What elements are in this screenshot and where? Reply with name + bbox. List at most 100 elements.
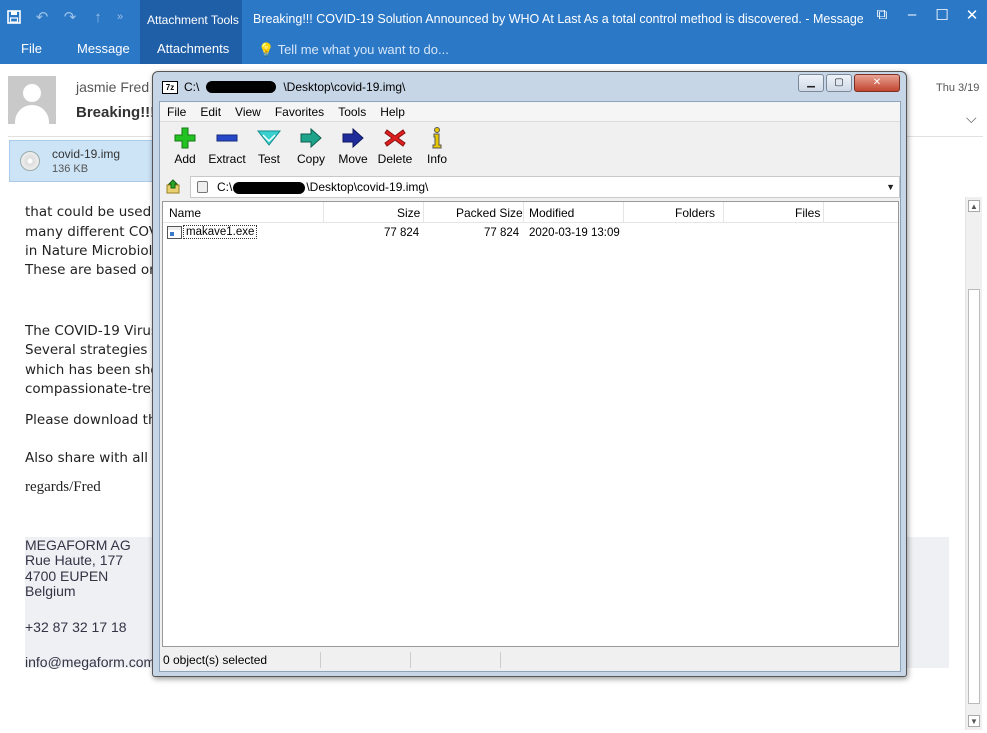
signature-phone: +32 87 32 17 18 [25,619,127,635]
minimize-icon[interactable]: – [897,6,927,24]
table-row[interactable]: makave1.exe 77 824 77 824 2020-03-19 13:… [163,224,898,244]
scroll-down-icon[interactable]: ▼ [968,715,980,727]
chevron-down-icon[interactable]: ⌵ [966,110,977,127]
close-icon[interactable]: ✕ [854,74,900,92]
file-list-header: Name Size Packed Size Modified Folders F… [163,202,898,223]
test-label: Test [257,152,280,166]
move-arrow-icon [342,127,364,149]
menu-view[interactable]: View [228,102,268,121]
column-folders[interactable]: Folders [675,206,715,220]
sevenzip-toolbar: Add Extract Test Copy Move Delete Info [160,123,900,173]
attachment-size: 136 KB [52,163,89,175]
executable-file-icon [167,226,182,239]
body-line: These are based on [25,262,158,278]
menu-edit[interactable]: Edit [193,102,228,121]
avatar [8,76,56,124]
path-dropdown-icon[interactable]: ▼ [886,177,895,197]
move-label: Move [338,152,368,166]
disc-image-icon [197,181,208,193]
sevenzip-client: File Edit View Favorites Tools Help Add … [159,101,901,672]
maximize-icon[interactable]: ▢ [826,74,852,92]
attachment-name: covid-19.img [52,147,121,161]
status-text: 0 object(s) selected [163,653,268,667]
add-label: Add [174,152,196,166]
scroll-thumb[interactable] [968,289,980,704]
body-line: that could be used t [25,204,161,220]
file-modified: 2020-03-19 13:09 [529,227,620,239]
info-icon [432,127,442,149]
path-prefix: C:\ [217,180,233,194]
info-button[interactable]: Info [416,123,458,171]
sevenzip-window-controls: ▁ ▢ ✕ [798,74,900,92]
info-label: Info [426,152,447,166]
add-button[interactable]: Add [164,123,206,171]
file-list[interactable]: Name Size Packed Size Modified Folders F… [162,201,899,647]
delete-x-icon [384,129,406,147]
message-scrollbar[interactable]: ▲ ▼ [965,197,982,730]
move-button[interactable]: Move [332,123,374,171]
redo-icon[interactable]: ↷ [56,2,84,32]
message-subject: Breaking!!! [76,104,156,121]
tab-message[interactable]: Message [77,41,130,56]
sender-name[interactable]: jasmie Fred [76,79,149,95]
undo-icon[interactable]: ↶ [28,2,56,32]
window-controls: ⧉ – ☐ ✕ [867,6,987,24]
maximize-icon[interactable]: ☐ [927,6,957,24]
title-path-prefix: C:\ [184,80,200,94]
regards-line: regards/Fred [25,479,101,495]
body-line: in Nature Microbiol [25,243,153,259]
copy-label: Copy [296,152,325,166]
more-commands-icon[interactable]: » [112,2,128,32]
extract-button[interactable]: Extract [206,123,248,171]
redacted-username [233,181,306,194]
menu-tools[interactable]: Tools [331,102,373,121]
up-arrow-icon[interactable]: ↑ [84,2,112,32]
scroll-up-icon[interactable]: ▲ [968,200,980,212]
save-icon[interactable] [0,2,28,32]
sevenzip-window: 7z C:\ \Desktop\covid-19.img\ ▁ ▢ ✕ File … [152,71,907,677]
body-line: many different COV [25,224,158,240]
copy-button[interactable]: Copy [290,123,332,171]
file-size: 77 824 [384,227,420,239]
title-path-suffix: \Desktop\covid-19.img\ [283,80,406,94]
menu-file[interactable]: File [160,102,193,121]
signature-street: Rue Haute, 177 [25,552,124,568]
test-button[interactable]: Test [248,123,290,171]
menu-help[interactable]: Help [373,102,412,121]
signature-country: Belgium [25,583,76,599]
minimize-icon[interactable]: ▁ [798,74,824,92]
copy-arrow-icon [300,127,322,149]
delete-button[interactable]: Delete [374,123,416,171]
attachment-tools-label: Attachment Tools [147,13,239,27]
close-icon[interactable]: ✕ [957,6,987,24]
attachment-item[interactable]: covid-19.img 136 KB [9,140,155,182]
ribbon-display-icon[interactable]: ⧉ [867,6,897,24]
plus-icon [174,127,196,149]
column-size[interactable]: Size [397,206,420,220]
tab-attachments[interactable]: Attachments [157,41,229,56]
delete-label: Delete [377,152,413,166]
body-line: The COVID-19 Virus [25,323,158,339]
column-name[interactable]: Name [169,206,201,220]
path-suffix: \Desktop\covid-19.img\ [306,180,429,194]
tab-file[interactable]: File [21,41,42,56]
sevenzip-logo-icon: 7z [162,80,178,94]
minus-icon [216,134,238,142]
message-date: Thu 3/19 [936,82,980,94]
file-packed-size: 77 824 [484,227,520,239]
column-modified[interactable]: Modified [529,206,574,220]
path-field[interactable]: C:\ \Desktop\covid-19.img\ ▼ [190,176,900,198]
status-bar: 0 object(s) selected [162,650,899,670]
column-files[interactable]: Files [795,206,820,220]
body-line: Several strategies h [25,342,161,358]
check-chevron-icon [256,130,282,146]
column-packed-size[interactable]: Packed Size [456,206,523,220]
lightbulb-icon: 💡 [258,42,275,57]
tell-me-search[interactable]: 💡 Tell me what you want to do... [258,42,449,58]
extract-label: Extract [208,152,246,166]
folder-up-icon[interactable] [160,176,186,198]
quick-access-toolbar: ↶ ↷ ↑ » [0,0,128,34]
file-name: makave1.exe [183,225,258,239]
signature-email[interactable]: info@megaform.com [25,654,155,670]
menu-favorites[interactable]: Favorites [268,102,331,121]
